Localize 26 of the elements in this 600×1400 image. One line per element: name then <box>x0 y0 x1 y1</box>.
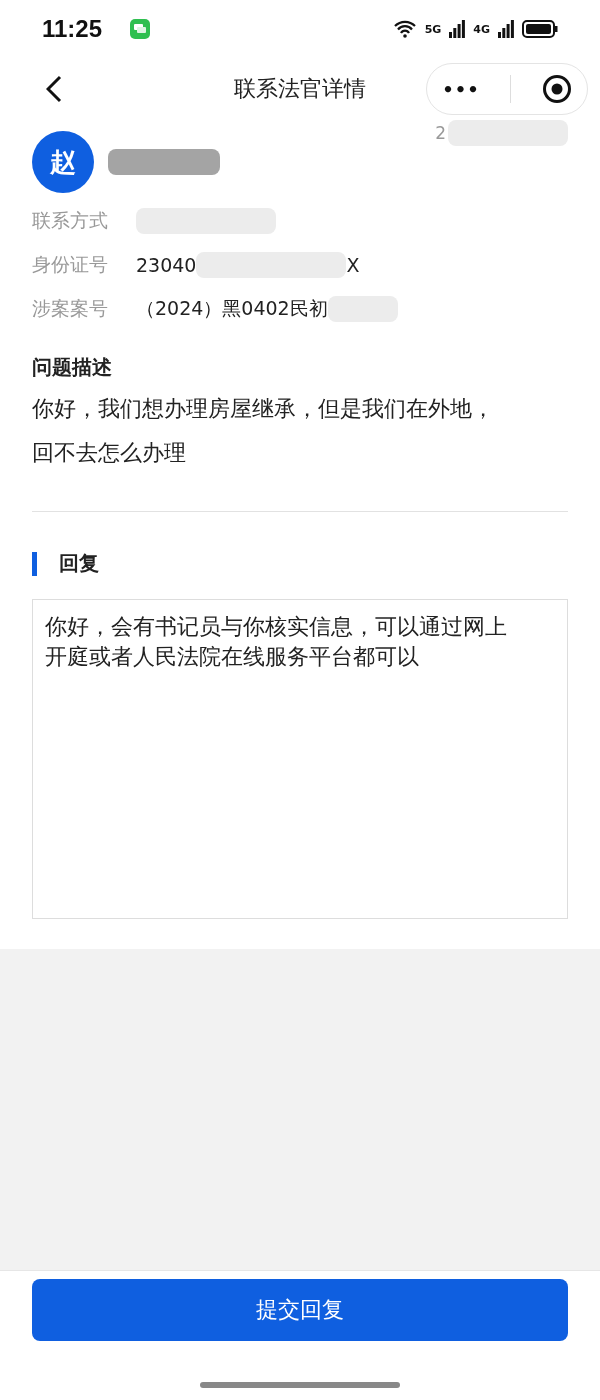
field-label: 涉案案号 <box>32 296 109 321</box>
back-icon[interactable] <box>46 75 62 103</box>
accent-bar <box>32 551 37 576</box>
network-label: 5G <box>424 22 442 36</box>
more-button[interactable]: ••• <box>442 78 480 100</box>
field-value: 23040 <box>136 254 197 276</box>
status-time: 11:25 <box>42 15 103 43</box>
section-title: 问题描述 <box>32 354 113 381</box>
avatar: 赵 <box>32 131 94 193</box>
page-title: 联系法官详情 <box>234 75 366 103</box>
network-label: 4G <box>473 22 490 36</box>
date-text: 2 <box>435 123 446 143</box>
field-value: X <box>346 254 360 276</box>
reply-input-field[interactable]: 你好，会有书记员与你核实信息，可以通过网上开庭或者人民法院在线服务平台都可以 <box>32 599 568 919</box>
field-label: 身份证号 <box>32 252 109 277</box>
field-value: （2024）黑0402民初 <box>136 296 328 321</box>
battery-icon <box>522 20 558 38</box>
question-text: 你好，我们想办理房屋继承，但是我们在外地，回不去怎么办理 <box>32 395 495 467</box>
close-target-icon[interactable] <box>541 74 572 104</box>
field-label: 联系方式 <box>32 208 109 233</box>
signal-icon <box>498 20 514 38</box>
submit-button[interactable]: 提交回复 <box>32 1279 568 1341</box>
message-app-icon <box>130 19 151 39</box>
section-title: 回复 <box>59 550 99 577</box>
wifi-icon <box>392 20 417 38</box>
signal-icon <box>449 20 466 38</box>
